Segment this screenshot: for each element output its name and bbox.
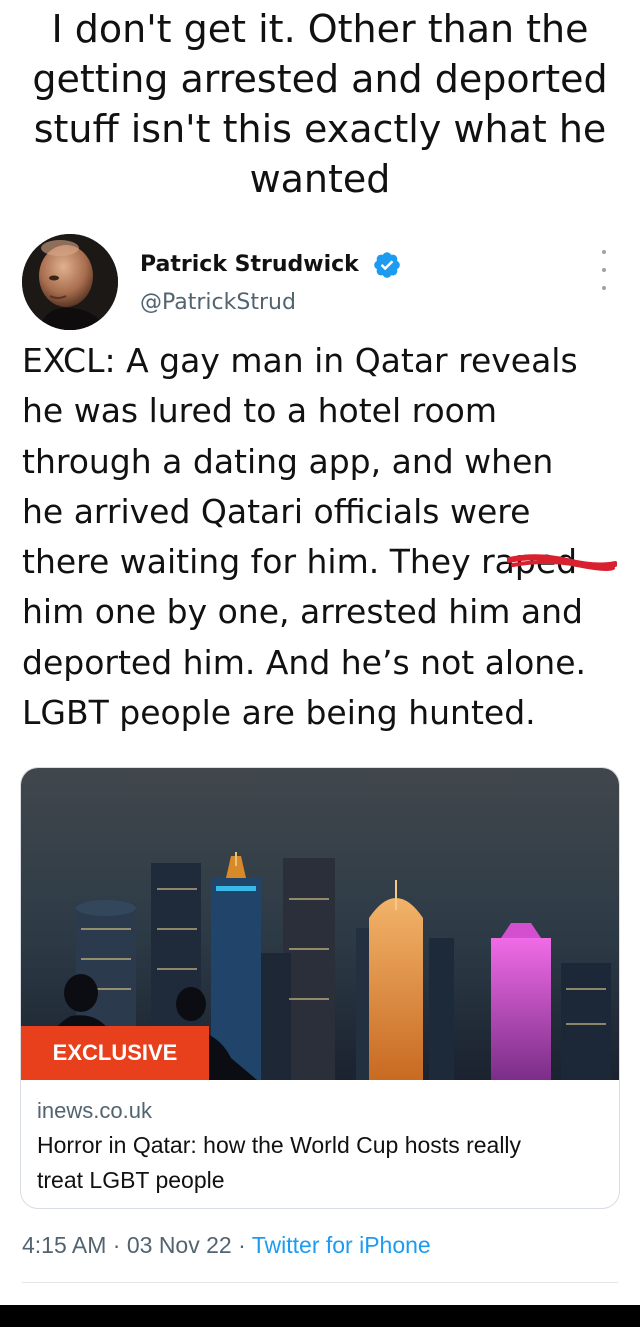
caption-line: I don't get it. Other than the (51, 7, 589, 51)
tweet-date[interactable]: 03 Nov 22 (127, 1232, 232, 1258)
redaction-scribble (507, 554, 617, 571)
meme-caption: I don't get it. Other than the getting a… (0, 0, 640, 204)
caption-line: getting arrested and deported (32, 57, 608, 101)
tweet-text-line: through a dating app, and when (22, 441, 554, 481)
tweet-text-line: him one by one, arrested him and (22, 592, 583, 632)
more-options-icon[interactable] (596, 250, 612, 290)
link-card[interactable]: EXCLUSIVE inews.co.uk Horror in Qatar: h… (20, 767, 620, 1209)
meta-separator: · (112, 1232, 121, 1258)
avatar[interactable] (22, 234, 118, 330)
caption-line: wanted (249, 157, 391, 201)
tweet-text-line: LGBT people are being hunted. (22, 693, 536, 733)
verified-badge-icon (374, 252, 400, 278)
bottom-bar (0, 1305, 640, 1327)
author-handle[interactable]: @PatrickStrud (140, 290, 296, 315)
caption-line: stuff isn't this exactly what he (33, 107, 607, 151)
tweet-timestamp: 4:15 AM · 03 Nov 22 · Twitter for iPhone (22, 1232, 431, 1259)
divider (22, 1282, 618, 1283)
exclusive-badge: EXCLUSIVE (52, 1040, 178, 1065)
card-title-line: Horror in Qatar: how the World Cup hosts… (37, 1132, 522, 1158)
tweet-text-line: deported him. And he’s not alone. (22, 642, 586, 682)
tweet-text-line: he was lured to a hotel room (22, 391, 497, 431)
card-domain: inews.co.uk (37, 1098, 152, 1123)
author-name[interactable]: Patrick Strudwick (140, 252, 359, 277)
card-title-line: treat LGBT people (37, 1167, 225, 1193)
tweet-text: EXCL: A gay man in Qatar reveals he was … (22, 336, 622, 738)
card-title: Horror in Qatar: how the World Cup hosts… (37, 1128, 607, 1198)
tweet-text-line: he arrived Qatari officials were (22, 491, 531, 531)
tweet-time[interactable]: 4:15 AM (22, 1232, 106, 1258)
tweet-source-link[interactable]: Twitter for iPhone (252, 1232, 431, 1258)
meta-separator: · (238, 1232, 246, 1258)
tweet-text-line: EXCL: A gay man in Qatar reveals (22, 341, 578, 380)
